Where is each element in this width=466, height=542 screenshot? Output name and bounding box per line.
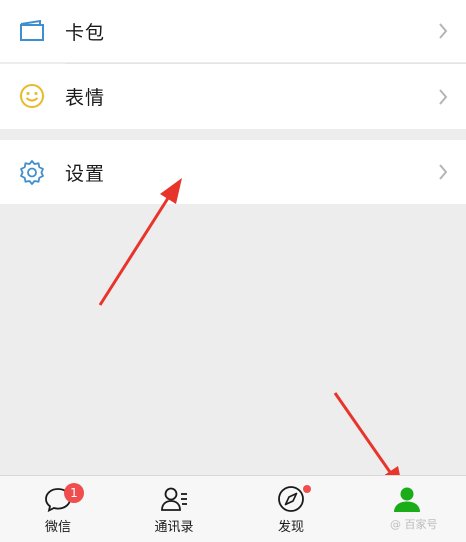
card-wallet-icon [20,19,44,41]
tab-contacts[interactable]: 通讯录 [116,476,232,542]
tab-label: 通讯录 [154,520,194,535]
tab-discover[interactable]: 发现 [233,476,349,542]
tab-label: 微信 [44,520,71,535]
tab-me[interactable] [349,476,465,542]
watermark: @ 百家号 [390,518,438,531]
contacts-icon [161,487,187,511]
chevron-right-icon [439,23,448,39]
chevron-right-icon [439,88,448,105]
compass-icon [278,486,304,512]
gear-icon [20,160,44,185]
unread-badge: 1 [64,483,84,503]
smiley-icon [20,84,44,108]
tab-label: 发现 [277,520,304,535]
menu-item-stickers[interactable]: 表情 [0,64,466,129]
menu-item-settings[interactable]: 设置 [0,140,466,204]
tab-chats[interactable]: 1 微信 [0,476,116,542]
menu-item-label: 卡包 [65,21,106,44]
menu-item-label: 表情 [65,87,106,109]
menu-item-card-wallet[interactable]: 卡包 [0,0,466,62]
chevron-right-icon [439,164,448,180]
notification-dot [303,485,311,493]
menu-item-label: 设置 [65,162,106,185]
person-icon [394,487,420,512]
